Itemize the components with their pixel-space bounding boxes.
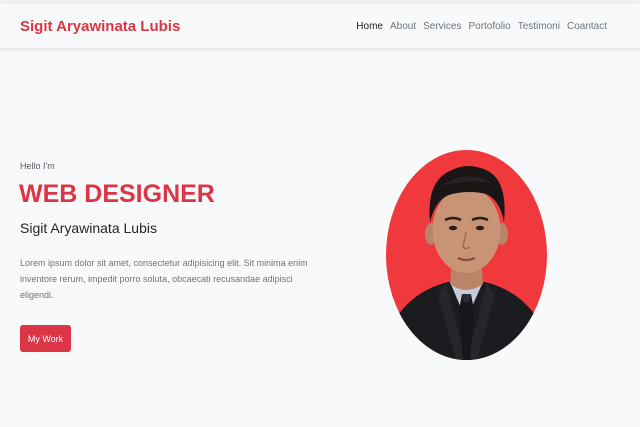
hero-name: Sigit Aryawinata Lubis [20,220,157,236]
nav-link-contact[interactable]: Coantact [567,21,607,32]
profile-photo [386,150,547,360]
page: Sigit Aryawinata Lubis Home About Servic… [0,0,640,427]
hero-description: Lorem ipsum dolor sit amet, consectetur … [20,258,308,300]
brand-logo[interactable]: Sigit Aryawinata Lubis [20,18,180,35]
hero-greeting: Hello I'm [20,161,55,171]
nav-link-about[interactable]: About [390,21,416,32]
nav-link-portofolio[interactable]: Portofolio [468,21,510,32]
nav-links: Home About Services Portofolio Testimoni… [356,21,607,32]
navbar: Sigit Aryawinata Lubis Home About Servic… [0,4,640,49]
my-work-button[interactable]: My Work [20,325,71,352]
nav-link-testimoni[interactable]: Testimoni [518,21,560,32]
hero-headline: WEB DESIGNER [19,180,215,208]
nav-link-home[interactable]: Home [356,21,383,32]
nav-link-services[interactable]: Services [423,21,461,32]
